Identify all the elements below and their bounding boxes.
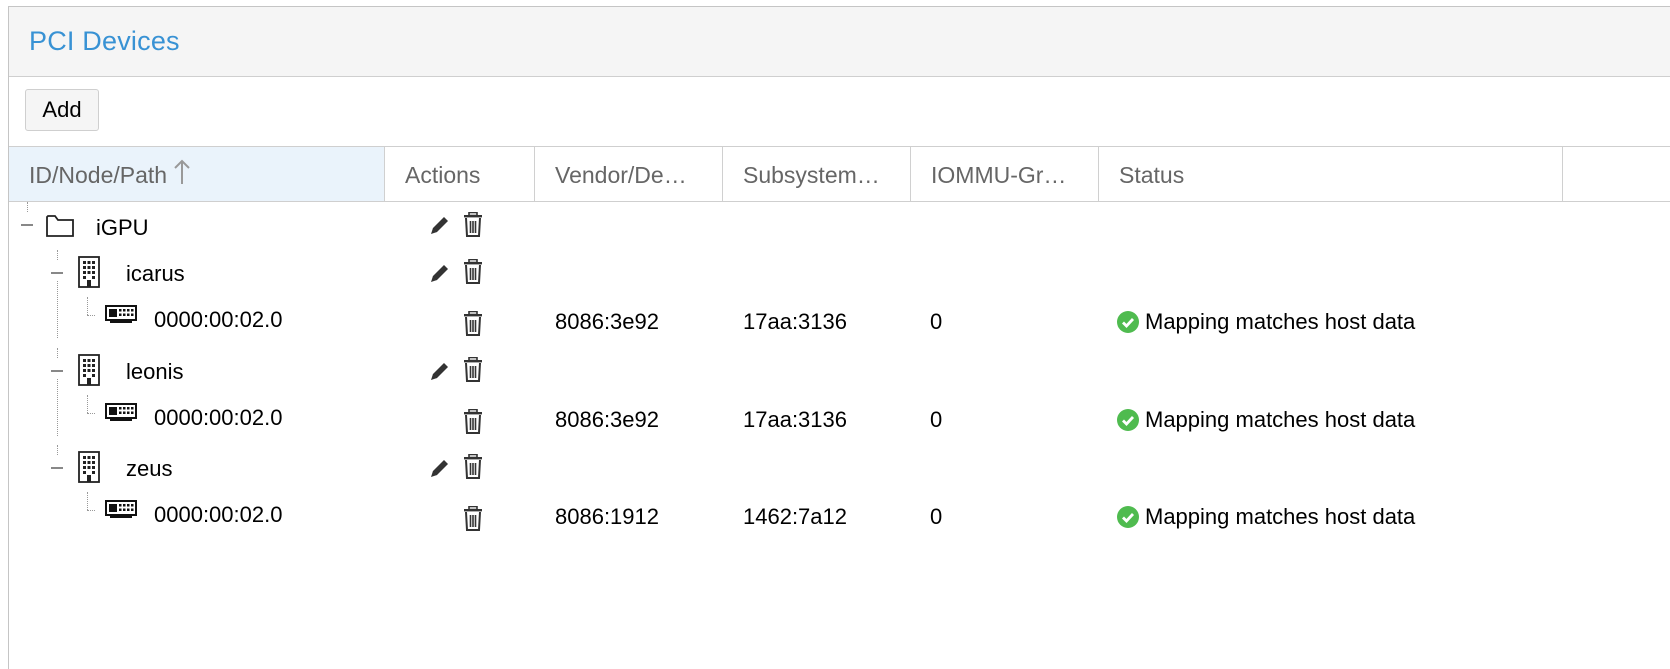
tree-row-node[interactable]: icarus	[9, 250, 1670, 298]
trash-icon[interactable]	[462, 211, 484, 243]
panel-header: PCI Devices	[9, 7, 1670, 77]
pci-devices-panel: PCI Devices Add ID/Node/Path Actions Ven…	[8, 6, 1670, 669]
trash-icon[interactable]	[462, 310, 484, 342]
trash-icon[interactable]	[462, 258, 484, 290]
pci-path-label: 0000:00:02.0	[154, 502, 283, 527]
column-header-vendor-device[interactable]: Vendor/De…	[535, 147, 723, 201]
collapse-toggle[interactable]	[50, 364, 64, 378]
column-header-id-node-path[interactable]: ID/Node/Path	[9, 147, 385, 201]
vendor-device-cell: 8086:1912	[555, 504, 659, 529]
folder-icon	[45, 212, 75, 243]
edit-icon[interactable]	[428, 213, 452, 242]
column-header-label: Actions	[405, 162, 481, 188]
column-header-status[interactable]: Status	[1099, 147, 1563, 201]
edit-icon[interactable]	[428, 456, 452, 485]
tree-label: iGPU	[96, 215, 149, 240]
status-text: Mapping matches host data	[1145, 504, 1416, 529]
vendor-device-cell: 8086:3e92	[555, 309, 659, 334]
vendor-device-cell: 8086:3e92	[555, 407, 659, 432]
tree-label: leonis	[126, 359, 184, 384]
building-icon	[77, 354, 101, 391]
subsystem-cell: 17aa:3136	[743, 309, 847, 334]
panel-title: PCI Devices	[29, 26, 180, 56]
trash-icon[interactable]	[462, 453, 484, 485]
check-circle-icon	[1117, 311, 1139, 333]
grid-body: iGPU icarus 0000:00:02.0 8086:3e92 17aa:…	[9, 202, 1670, 669]
pci-card-icon	[105, 403, 137, 428]
building-icon	[77, 451, 101, 488]
tree-row-root[interactable]: iGPU	[9, 202, 1670, 250]
iommu-group-cell: 0	[930, 309, 943, 334]
tree-row-node[interactable]: leonis	[9, 348, 1670, 396]
tree-label: icarus	[126, 261, 185, 286]
subsystem-cell: 17aa:3136	[743, 407, 847, 432]
add-button[interactable]: Add	[25, 89, 99, 131]
collapse-toggle[interactable]	[50, 461, 64, 475]
status-text: Mapping matches host data	[1145, 309, 1416, 334]
grid-header: ID/Node/Path Actions Vendor/De… Subsyste…	[9, 147, 1670, 202]
tree-row-path[interactable]: 0000:00:02.0 8086:3e92 17aa:3136 0 Mappi…	[9, 396, 1670, 444]
column-header-actions[interactable]: Actions	[385, 147, 535, 201]
check-circle-icon	[1117, 506, 1139, 528]
column-header-subsystem[interactable]: Subsystem…	[723, 147, 911, 201]
pci-card-icon	[105, 500, 137, 525]
subsystem-cell: 1462:7a12	[743, 504, 847, 529]
column-header-label: ID/Node/Path	[29, 162, 168, 188]
collapse-toggle[interactable]	[50, 266, 64, 280]
edit-icon[interactable]	[428, 359, 452, 388]
column-header-label: Subsystem…	[743, 162, 880, 188]
iommu-group-cell: 0	[930, 504, 943, 529]
iommu-group-cell: 0	[930, 407, 943, 432]
tree-label: zeus	[126, 456, 173, 481]
tree-row-node[interactable]: zeus	[9, 445, 1670, 493]
check-circle-icon	[1117, 409, 1139, 431]
trash-icon[interactable]	[462, 505, 484, 537]
building-icon	[77, 256, 101, 293]
column-header-iommu-group[interactable]: IOMMU-Gr…	[911, 147, 1099, 201]
edit-icon[interactable]	[428, 261, 452, 290]
pci-path-label: 0000:00:02.0	[154, 405, 283, 430]
trash-icon[interactable]	[462, 408, 484, 440]
tree-row-path[interactable]: 0000:00:02.0 8086:1912 1462:7a12 0 Mappi…	[9, 493, 1670, 541]
pci-card-icon	[105, 305, 137, 330]
status-text: Mapping matches host data	[1145, 407, 1416, 432]
pci-path-label: 0000:00:02.0	[154, 307, 283, 332]
column-header-label: IOMMU-Gr…	[931, 162, 1067, 188]
tree-row-path[interactable]: 0000:00:02.0 8086:3e92 17aa:3136 0 Mappi…	[9, 298, 1670, 346]
trash-icon[interactable]	[462, 356, 484, 388]
sort-ascending-icon	[173, 149, 191, 201]
column-header-label: Vendor/De…	[555, 162, 687, 188]
column-header-label: Status	[1119, 162, 1185, 188]
collapse-toggle[interactable]	[20, 218, 34, 232]
toolbar: Add	[9, 77, 1670, 147]
